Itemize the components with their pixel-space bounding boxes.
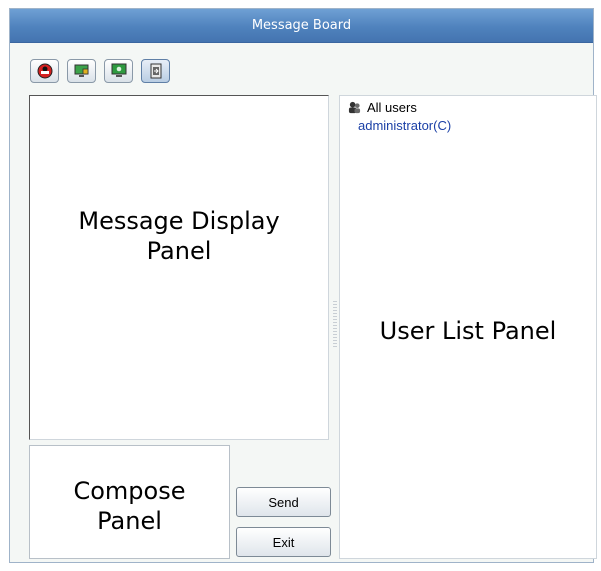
message-panel-label: Message Display Panel: [30, 206, 328, 266]
user-list-panel: All users administrator(C) User List Pan…: [339, 95, 597, 559]
all-users-group[interactable]: All users: [348, 100, 417, 115]
exit-button[interactable]: Exit: [236, 527, 331, 557]
user-panel-label: User List Panel: [379, 317, 557, 345]
user-item[interactable]: administrator(C): [358, 118, 451, 133]
no-entry-icon: [37, 63, 52, 79]
compose-panel-label-line2: Panel: [97, 507, 162, 535]
message-board-window: Message Board Message Display Panel Comp…: [9, 8, 597, 563]
message-display-panel: Message Display Panel: [29, 95, 329, 440]
send-button[interactable]: Send: [236, 487, 331, 517]
panel-splitter[interactable]: [333, 301, 337, 349]
lock-screen-button[interactable]: [67, 59, 96, 83]
title-bar: Message Board: [10, 9, 593, 43]
all-users-label: All users: [367, 100, 417, 115]
exit-button-toolbar[interactable]: [141, 59, 170, 83]
window-title: Message Board: [251, 18, 352, 33]
message-panel-label-line2: Panel: [146, 237, 212, 265]
exit-door-icon: [150, 63, 161, 79]
compose-panel-label: Compose Panel: [30, 476, 229, 536]
monitor-screen-icon: [111, 63, 126, 77]
message-panel-label-line1: Message Display: [78, 207, 280, 235]
monitor-lock-icon: [74, 64, 88, 77]
users-group-icon: [348, 101, 361, 114]
compose-panel-label-line1: Compose: [73, 477, 186, 505]
toolbar: [30, 59, 170, 83]
no-entry-button[interactable]: [30, 59, 59, 83]
compose-panel[interactable]: Compose Panel: [29, 445, 230, 559]
view-screen-button[interactable]: [104, 59, 133, 83]
